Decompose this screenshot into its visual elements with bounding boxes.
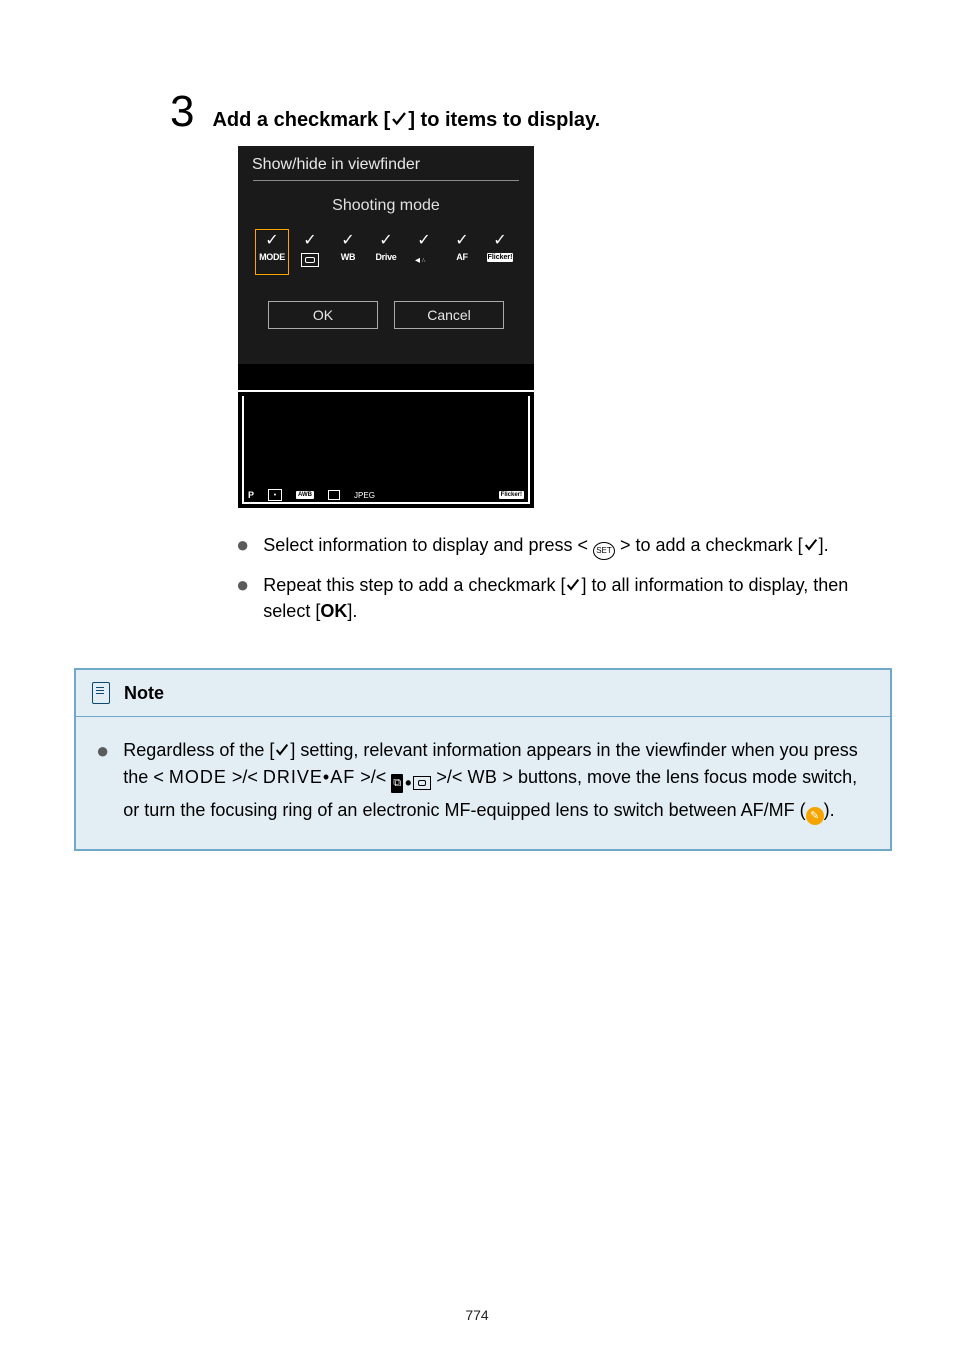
option-af-label: AF [456,253,467,262]
check-icon [390,110,408,128]
check-icon: ✓ [417,233,430,249]
note-icon [92,682,110,704]
note-box: Note ● Regardless of the [] setting, rel… [74,668,892,851]
bullet1-text-b: > to add a checkmark [ [615,535,803,555]
status-flicker: Flicker! [499,491,524,499]
option-flicker[interactable]: ✓ Flicker! [483,229,517,275]
bullet-repeat-step: ● Repeat this step to add a checkmark []… [236,572,876,624]
reference-link-icon[interactable]: ✎ [806,807,824,825]
page-number: 774 [0,1307,954,1323]
bullet-select-info: ● Select information to display and pres… [236,532,876,560]
check-icon: ✓ [455,233,468,249]
step-title-before: Add a checkmark [ [212,109,390,131]
dialog-icon-row: ✓ MODE ✓ ✓ WB ✓ Drive ✓ ∴ [238,229,534,275]
step-title: Add a checkmark [ ] to items to display. [212,109,600,132]
option-flicker-label: Flicker! [487,253,514,262]
set-button-icon: SET [593,542,615,560]
ok-button[interactable]: OK [268,301,378,329]
check-icon: ✓ [303,233,316,249]
bullet2-text-c: ]. [347,601,357,621]
option-af[interactable]: ✓ AF [445,229,479,275]
option-exposure[interactable]: ✓ ∴ [407,229,441,275]
status-mode: P [248,490,254,500]
option-mode-label: MODE [259,253,285,262]
exposure-metering-icon: ⧉• [391,770,431,797]
check-icon [803,537,819,553]
status-drive-icon [328,490,340,500]
sep1: >/< [227,767,263,787]
check-icon [274,742,290,758]
step-title-after: ] to items to display. [408,109,600,131]
sep2: >/< [355,767,391,787]
bullet1-text-c: ]. [819,535,829,555]
status-metering-icon [268,489,282,501]
option-wb[interactable]: ✓ WB [331,229,365,275]
step-number: 3 [170,90,194,134]
dialog-title: Show/hide in viewfinder [238,146,534,180]
cancel-button[interactable]: Cancel [394,301,504,329]
bullet2-text-a: Repeat this step to add a checkmark [ [263,575,565,595]
status-jpeg: JPEG [354,491,375,500]
wb-button-label: WB [467,767,497,787]
note-title: Note [124,683,164,704]
note-text-d: ). [824,800,835,820]
check-icon: ✓ [341,233,354,249]
mode-button-label: MODE [169,767,227,787]
dialog-subtitle: Shooting mode [238,181,534,229]
note-bullet: ● Regardless of the [] setting, relevant… [96,737,870,825]
option-mode[interactable]: ✓ MODE [255,229,289,275]
status-awb: AWB [296,491,314,499]
option-metering[interactable]: ✓ [293,229,327,275]
driveaf-button-label: DRIVE•AF [263,767,355,787]
check-icon [565,577,581,593]
option-drive[interactable]: ✓ Drive [369,229,403,275]
exposure-icon: ∴ [417,253,431,267]
check-icon: ✓ [493,233,506,249]
bullet-icon: ● [96,740,109,762]
bullet-icon: ● [236,574,249,596]
status-bar: P AWB JPEG Flicker! [240,484,532,506]
viewfinder-preview: P AWB JPEG Flicker! [238,390,534,508]
bullet1-text-a: Select information to display and press … [263,535,593,555]
check-icon: ✓ [265,233,278,249]
bullet-icon: ● [236,534,249,556]
note-text-a: Regardless of the [ [123,740,274,760]
sep3: >/< [431,767,467,787]
check-icon: ✓ [379,233,392,249]
option-drive-label: Drive [375,253,396,262]
bullet2-ok: OK [320,601,347,621]
option-wb-label: WB [341,253,355,262]
metering-icon [301,253,319,267]
camera-dialog: Show/hide in viewfinder Shooting mode ✓ … [238,146,534,508]
